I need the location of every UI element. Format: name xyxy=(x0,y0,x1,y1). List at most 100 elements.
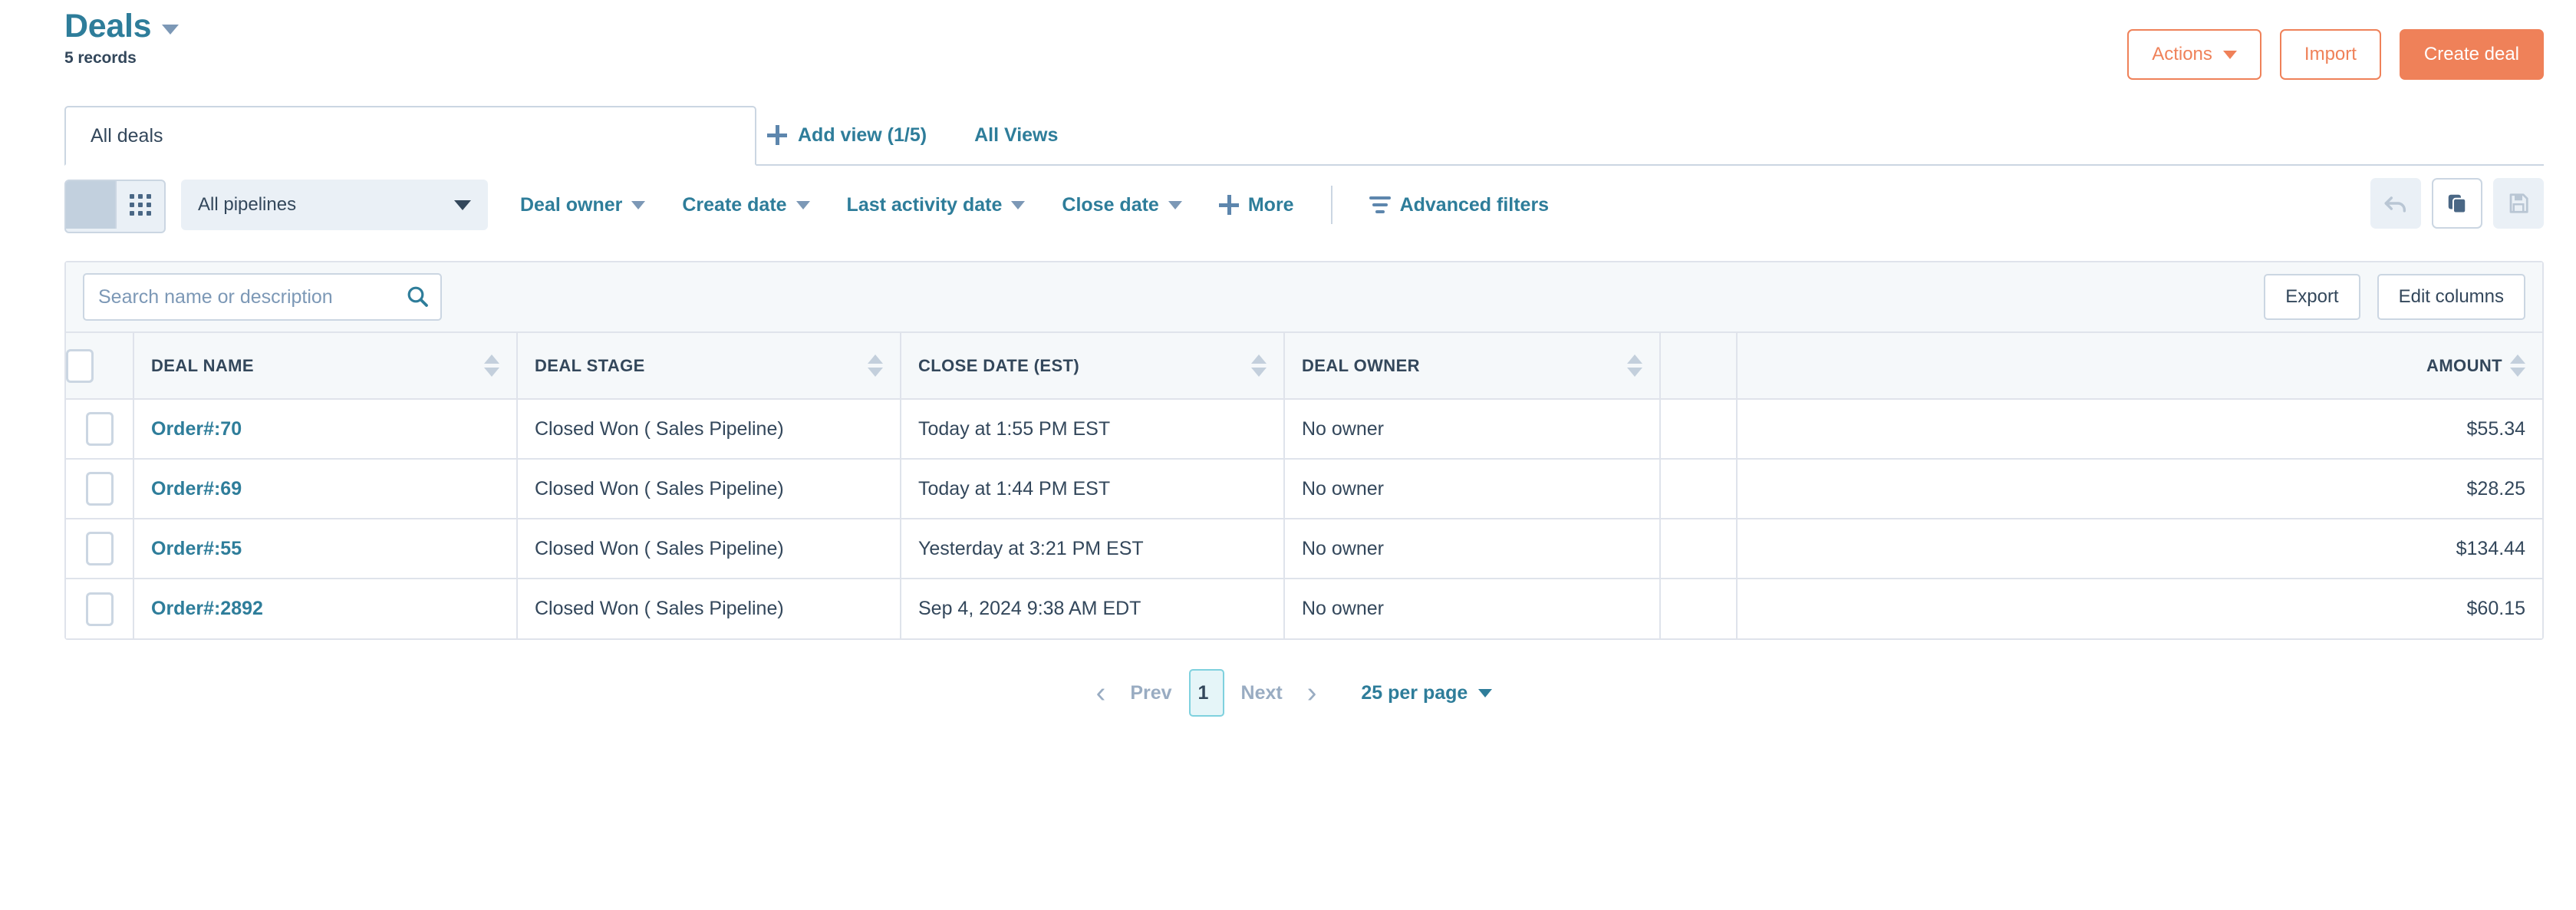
import-button[interactable]: Import xyxy=(2279,29,2381,80)
table-row[interactable]: Order#:69 Closed Won ( Sales Pipeline) T… xyxy=(66,459,2542,519)
actions-button-label: Actions xyxy=(2152,44,2212,64)
create-deal-button-label: Create deal xyxy=(2423,44,2519,64)
filter-create-date[interactable]: Create date xyxy=(682,194,810,216)
select-all-checkbox[interactable] xyxy=(66,348,94,383)
header-actions: Actions Import Create deal xyxy=(2127,29,2544,80)
export-button-label: Export xyxy=(2285,286,2339,307)
sort-toggle-amount[interactable] xyxy=(2510,354,2525,377)
row-checkbox[interactable] xyxy=(85,412,114,446)
filter-close-date[interactable]: Close date xyxy=(1062,194,1182,216)
row-select-cell xyxy=(66,459,134,519)
copy-layers-icon xyxy=(2448,194,2467,214)
create-deal-button[interactable]: Create deal xyxy=(2399,29,2544,80)
deal-name-link[interactable]: Order#:55 xyxy=(151,538,242,559)
column-header-close-date[interactable]: CLOSE DATE (EST) xyxy=(901,333,1285,400)
filter-last-activity-date-label: Last activity date xyxy=(846,193,1003,216)
table-toolbar: Export Edit columns xyxy=(66,262,2542,333)
column-header-amount[interactable]: AMOUNT xyxy=(1737,333,2542,400)
undo-button[interactable] xyxy=(2370,178,2421,229)
column-header-deal-name-label: DEAL NAME xyxy=(151,355,254,375)
table-row[interactable]: Order#:55 Closed Won ( Sales Pipeline) Y… xyxy=(66,519,2542,579)
filter-last-activity-date[interactable]: Last activity date xyxy=(847,194,1026,216)
chevron-left-icon[interactable]: ‹ xyxy=(1084,678,1118,707)
cell-amount: $60.15 xyxy=(1737,579,2542,638)
filter-links: Deal owner Create date Last activity dat… xyxy=(520,180,1549,230)
chevron-down-icon xyxy=(1478,688,1493,697)
page-header: Deals 5 records Actions Import Create de… xyxy=(0,0,2576,100)
chevron-right-icon[interactable]: › xyxy=(1295,678,1329,707)
add-view-label: Add view (1/5) xyxy=(798,124,927,146)
deal-name-link[interactable]: Order#:70 xyxy=(151,418,242,440)
add-view-button[interactable]: Add view (1/5) xyxy=(767,124,927,147)
table-body: Order#:70 Closed Won ( Sales Pipeline) T… xyxy=(66,399,2542,638)
tab-all-deals-label: All deals xyxy=(91,124,163,147)
cell-deal-name: Order#:55 xyxy=(133,519,518,579)
cell-deal-owner: No owner xyxy=(1284,459,1661,519)
deal-name-link[interactable]: Order#:2892 xyxy=(151,598,263,619)
chevron-down-icon xyxy=(1011,200,1026,209)
grid-view-button[interactable] xyxy=(115,181,164,229)
row-checkbox[interactable] xyxy=(85,592,114,626)
record-count: 5 records xyxy=(64,49,137,68)
cell-amount: $28.25 xyxy=(1737,459,2542,519)
sort-toggle-deal-stage[interactable] xyxy=(868,354,883,377)
cell-deal-name: Order#:2892 xyxy=(133,579,518,638)
actions-button[interactable]: Actions xyxy=(2127,29,2261,80)
filter-deal-owner[interactable]: Deal owner xyxy=(520,193,646,216)
views-tab-bar: All deals Add view (1/5) All Views xyxy=(0,106,2576,166)
more-filters-button[interactable]: More xyxy=(1218,194,1294,216)
table-toolbar-actions: Export Edit columns xyxy=(2264,274,2525,320)
table-header-row: DEAL NAME DEAL STAGE CLOSE DATE (EST) DE… xyxy=(66,333,2542,400)
filter-deal-owner-label: Deal owner xyxy=(520,193,623,216)
column-header-deal-stage[interactable]: DEAL STAGE xyxy=(517,333,901,400)
page-title-row[interactable]: Deals xyxy=(64,8,180,44)
undo-arrow-icon xyxy=(2384,196,2406,213)
sort-toggle-deal-name[interactable] xyxy=(484,354,499,377)
cell-deal-stage: Closed Won ( Sales Pipeline) xyxy=(517,459,901,519)
advanced-filters-label: Advanced filters xyxy=(1399,193,1550,216)
deals-table: DEAL NAME DEAL STAGE CLOSE DATE (EST) DE… xyxy=(66,333,2542,638)
tab-all-deals[interactable]: All deals xyxy=(64,106,756,166)
next-page-button[interactable]: Next xyxy=(1229,682,1295,704)
pipeline-select[interactable]: All pipelines xyxy=(181,180,488,230)
cell-deal-name: Order#:70 xyxy=(133,399,518,460)
duplicate-button[interactable] xyxy=(2432,178,2482,229)
chevron-down-icon xyxy=(2222,50,2237,59)
import-button-label: Import xyxy=(2304,44,2357,64)
all-views-label: All Views xyxy=(974,124,1059,146)
per-page-select[interactable]: 25 per page xyxy=(1361,682,1493,704)
column-header-close-date-label: CLOSE DATE (EST) xyxy=(918,355,1080,375)
cell-deal-stage: Closed Won ( Sales Pipeline) xyxy=(517,579,901,638)
all-views-link[interactable]: All Views xyxy=(974,124,1058,147)
page-number-1[interactable]: 1 xyxy=(1188,669,1224,717)
list-view-button[interactable] xyxy=(66,181,115,229)
sort-toggle-deal-owner[interactable] xyxy=(1627,354,1642,377)
deal-name-link[interactable]: Order#:69 xyxy=(151,478,242,500)
prev-page-button[interactable]: Prev xyxy=(1118,682,1184,704)
search-wrapper xyxy=(83,273,442,321)
chevron-down-icon[interactable] xyxy=(162,25,180,35)
table-row[interactable]: Order#:70 Closed Won ( Sales Pipeline) T… xyxy=(66,399,2542,460)
pipeline-select-value: All pipelines xyxy=(198,194,297,215)
row-select-cell xyxy=(66,399,134,460)
cell-spacer xyxy=(1660,579,1738,638)
export-button[interactable]: Export xyxy=(2264,274,2360,320)
save-button[interactable] xyxy=(2493,178,2544,229)
cell-deal-stage: Closed Won ( Sales Pipeline) xyxy=(517,399,901,460)
deals-table-panel: Export Edit columns xyxy=(64,261,2544,640)
floppy-save-icon xyxy=(2509,193,2528,213)
table-row[interactable]: Order#:2892 Closed Won ( Sales Pipeline)… xyxy=(66,579,2542,638)
cell-close-date: Yesterday at 3:21 PM EST xyxy=(901,519,1285,579)
chevron-down-icon xyxy=(796,200,810,209)
advanced-filters-button[interactable]: Advanced filters xyxy=(1369,193,1550,216)
row-checkbox[interactable] xyxy=(85,532,114,565)
page-title[interactable]: Deals xyxy=(64,8,152,44)
edit-columns-button[interactable]: Edit columns xyxy=(2377,274,2525,320)
column-header-deal-name[interactable]: DEAL NAME xyxy=(133,333,518,400)
search-input[interactable] xyxy=(83,273,442,321)
sort-toggle-close-date[interactable] xyxy=(1251,354,1267,377)
row-checkbox[interactable] xyxy=(85,472,114,506)
title-block: Deals 5 records xyxy=(64,8,180,68)
filter-toolbar: All pipelines Deal owner Create date Las… xyxy=(0,178,2576,233)
column-header-deal-owner[interactable]: DEAL OWNER xyxy=(1284,333,1661,400)
